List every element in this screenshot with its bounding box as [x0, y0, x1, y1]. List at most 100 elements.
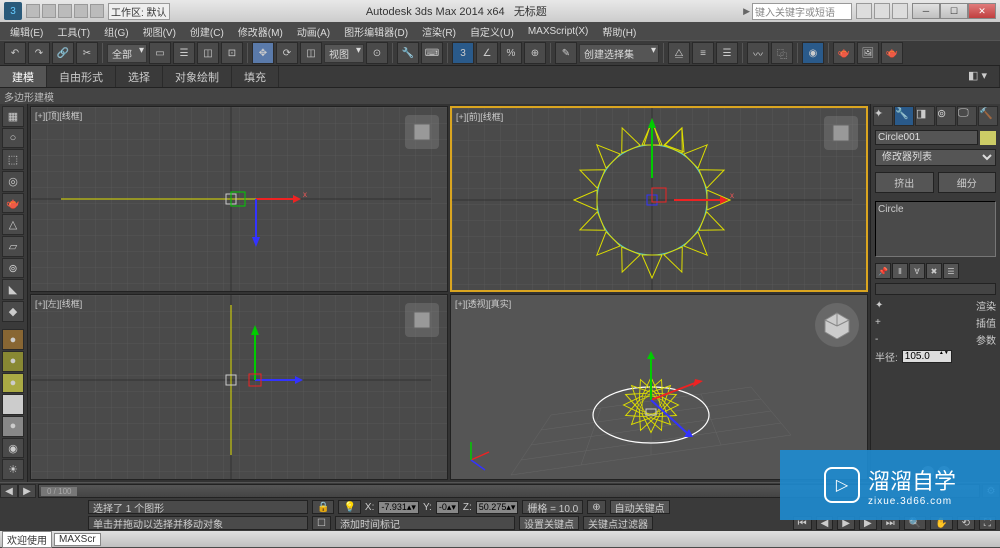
viewport-front[interactable]: [+][前][线框]: [450, 106, 868, 292]
show-end-result-icon[interactable]: Ⅱ: [892, 263, 908, 279]
pin-stack-icon[interactable]: 📌: [875, 263, 891, 279]
rendered-frame-button[interactable]: 🖼: [857, 42, 879, 64]
make-unique-icon[interactable]: ∀: [909, 263, 925, 279]
remove-modifier-icon[interactable]: ✖: [926, 263, 942, 279]
lt-plane-icon[interactable]: ▱: [2, 236, 24, 257]
layers-button[interactable]: ☰: [716, 42, 738, 64]
lt-box-icon[interactable]: ▦: [2, 106, 24, 127]
stack-item-circle[interactable]: Circle: [878, 204, 993, 215]
tab-object-paint[interactable]: 对象绘制: [163, 66, 232, 87]
lt-tube-icon[interactable]: ⊚: [2, 258, 24, 279]
qat-open-icon[interactable]: [42, 4, 56, 18]
interpolation-rollout-header[interactable]: +插值: [871, 314, 1000, 331]
extrude-button[interactable]: 挤出: [875, 172, 934, 193]
menu-rendering[interactable]: 渲染(R): [416, 24, 462, 39]
close-button[interactable]: ✕: [968, 3, 996, 19]
select-region-button[interactable]: ◫: [197, 42, 219, 64]
angle-snap-button[interactable]: ∠: [476, 42, 498, 64]
menu-tools[interactable]: 工具(T): [51, 24, 96, 39]
isolate-icon[interactable]: 💡: [338, 500, 360, 514]
viewport-left[interactable]: [+][左][线框]: [30, 294, 448, 480]
edit-named-sel-button[interactable]: ✎: [555, 42, 577, 64]
timeline-prev-icon[interactable]: ◀: [0, 484, 18, 498]
key-filters-button[interactable]: 关键点过滤器: [583, 516, 653, 530]
modifier-list-dropdown[interactable]: 修改器列表: [875, 149, 996, 166]
menu-edit[interactable]: 编辑(E): [4, 24, 49, 39]
lt-omni-icon[interactable]: ☀: [2, 459, 24, 480]
select-rotate-button[interactable]: ⟳: [276, 42, 298, 64]
lt-gray-icon[interactable]: ●: [2, 416, 24, 437]
keyboard-shortcut-button[interactable]: ⌨: [421, 42, 443, 64]
link-button[interactable]: 🔗: [52, 42, 74, 64]
object-name-input[interactable]: [875, 130, 978, 145]
lt-white-icon[interactable]: ●: [2, 394, 24, 415]
ref-coord-system[interactable]: 视图: [324, 44, 364, 63]
lt-hedra-icon[interactable]: ◆: [2, 301, 24, 322]
window-crossing-button[interactable]: ⊡: [221, 42, 243, 64]
undo-button[interactable]: ↶: [4, 42, 26, 64]
z-coord-spinner[interactable]: 50.275▴▾: [476, 501, 519, 514]
subdivide-button[interactable]: 细分: [938, 172, 997, 193]
viewport-top[interactable]: [+][顶][线框] x: [30, 106, 448, 292]
autokey-button[interactable]: 自动关键点: [610, 500, 670, 514]
modifier-stack[interactable]: Circle: [875, 201, 996, 257]
snap-toggle-button[interactable]: 3: [452, 42, 474, 64]
menu-create[interactable]: 创建(C): [184, 24, 230, 39]
exchange-icon[interactable]: [874, 3, 890, 19]
y-coord-spinner[interactable]: -0▴▾: [436, 501, 459, 514]
render-production-button[interactable]: 🫖: [881, 42, 903, 64]
menu-views[interactable]: 视图(V): [137, 24, 182, 39]
menu-graph-editors[interactable]: 图形编辑器(D): [338, 24, 414, 39]
mirror-button[interactable]: ⧋: [668, 42, 690, 64]
ribbon-expand-button[interactable]: ◧ ▾: [956, 66, 1000, 87]
material-editor-button[interactable]: ◉: [802, 42, 824, 64]
object-color-swatch[interactable]: [980, 131, 996, 145]
qat-undo-icon[interactable]: [74, 4, 88, 18]
spinner-snap-button[interactable]: ⊕: [524, 42, 546, 64]
maximize-button[interactable]: ☐: [940, 3, 968, 19]
menu-maxscript[interactable]: MAXScript(X): [522, 26, 595, 37]
modify-tab-icon[interactable]: 🔧: [894, 106, 914, 126]
align-button[interactable]: ≡: [692, 42, 714, 64]
menu-modifiers[interactable]: 修改器(M): [232, 24, 289, 39]
motion-tab-icon[interactable]: ⊚: [936, 106, 956, 126]
select-object-button[interactable]: ▭: [149, 42, 171, 64]
named-selection-sets[interactable]: 创建选择集: [579, 44, 659, 63]
lt-teapot-icon[interactable]: 🫖: [2, 193, 24, 214]
menu-group[interactable]: 组(G): [98, 24, 134, 39]
menu-animation[interactable]: 动画(A): [291, 24, 336, 39]
selection-filter[interactable]: 全部: [107, 44, 147, 63]
timeline-next-icon[interactable]: ▶: [18, 484, 36, 498]
menu-customize[interactable]: 自定义(U): [464, 24, 520, 39]
maxscript-tab[interactable]: MAXScr: [54, 533, 101, 546]
minimize-button[interactable]: ─: [912, 3, 940, 19]
schematic-view-button[interactable]: ⿻: [771, 42, 793, 64]
display-tab-icon[interactable]: 🖵: [957, 106, 977, 126]
help-icon[interactable]: [892, 3, 908, 19]
lt-pyramid-icon[interactable]: ◣: [2, 279, 24, 300]
select-by-name-button[interactable]: ☰: [173, 42, 195, 64]
menu-help[interactable]: 帮助(H): [596, 24, 642, 39]
add-time-tag[interactable]: 添加时间标记: [335, 516, 515, 530]
lt-yellow-icon[interactable]: ●: [2, 373, 24, 394]
lt-olive-icon[interactable]: ●: [2, 351, 24, 372]
redo-button[interactable]: ↷: [28, 42, 50, 64]
unlink-button[interactable]: ✂: [76, 42, 98, 64]
workspace-selector[interactable]: 工作区: 默认: [108, 3, 170, 20]
qat-redo-icon[interactable]: [90, 4, 104, 18]
lock-selection-icon[interactable]: 🔒: [312, 500, 334, 514]
hierarchy-tab-icon[interactable]: ◨: [915, 106, 935, 126]
setkey-button[interactable]: 设置关键点: [519, 516, 579, 530]
use-center-button[interactable]: ⊙: [366, 42, 388, 64]
create-tab-icon[interactable]: ✦: [873, 106, 893, 126]
qat-save-icon[interactable]: [58, 4, 72, 18]
tab-selection[interactable]: 选择: [116, 66, 163, 87]
manipulate-button[interactable]: 🔧: [397, 42, 419, 64]
lt-brown-icon[interactable]: ●: [2, 329, 24, 350]
select-move-button[interactable]: ✥: [252, 42, 274, 64]
parameters-rollout-header[interactable]: -参数: [871, 331, 1000, 348]
tab-populate[interactable]: 填充: [232, 66, 279, 87]
transformtype-icon[interactable]: ⊕: [587, 500, 605, 514]
script-listener-icon[interactable]: ☐: [312, 516, 331, 530]
utilities-tab-icon[interactable]: 🔨: [978, 106, 998, 126]
